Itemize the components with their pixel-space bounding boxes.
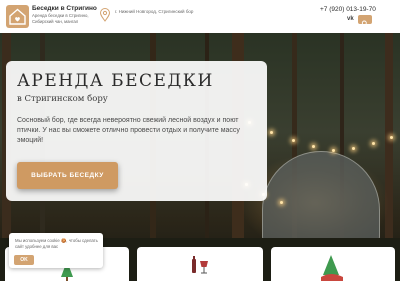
house-heart-icon[interactable] [6, 5, 29, 28]
hero-description: Сосновый бор, где всегда невероятно свеж… [17, 117, 240, 144]
search-button[interactable] [358, 15, 372, 27]
string-light [280, 201, 283, 204]
cookie-notice: Мы используем cookie 🍪, чтобы сделать са… [9, 233, 103, 268]
choose-gazebo-button[interactable]: ВЫБРАТЬ БЕСЕДКУ [17, 162, 118, 189]
feature-tile[interactable] [137, 247, 263, 281]
brand-subtitle: Аренда беседки в Стригино, Сибирский чан… [32, 13, 89, 24]
string-light [312, 145, 315, 148]
string-light [352, 147, 355, 150]
wine-grill-icon [192, 256, 208, 274]
brand-title[interactable]: Беседки в Стригино [32, 5, 97, 12]
cookie-text: Мы используем cookie 🍪, чтобы сделать са… [15, 238, 98, 249]
string-light [270, 131, 273, 134]
string-light [332, 149, 335, 152]
map-pin-icon [99, 8, 111, 22]
site-header: Беседки в Стригино Аренда беседки в Стри… [0, 0, 400, 33]
phone-link[interactable]: +7 (920) 013-19-70 [320, 6, 376, 13]
location-text: г. Нижний Новгород, Стригинский бор [115, 9, 194, 14]
string-light [292, 139, 295, 142]
string-light [372, 142, 375, 145]
forest-icon [321, 255, 343, 281]
vk-icon[interactable]: vk [347, 16, 354, 22]
hero-card: АРЕНДА БЕСЕДКИ в Стригинском бору Соснов… [6, 61, 267, 201]
hero-title: АРЕНДА БЕСЕДКИ [17, 71, 214, 91]
string-light [390, 136, 393, 139]
feature-tile[interactable] [271, 247, 395, 281]
search-icon [361, 20, 368, 27]
hero-subtitle: в Стригинском бору [17, 94, 108, 104]
cookie-ok-button[interactable]: OK [14, 255, 34, 265]
